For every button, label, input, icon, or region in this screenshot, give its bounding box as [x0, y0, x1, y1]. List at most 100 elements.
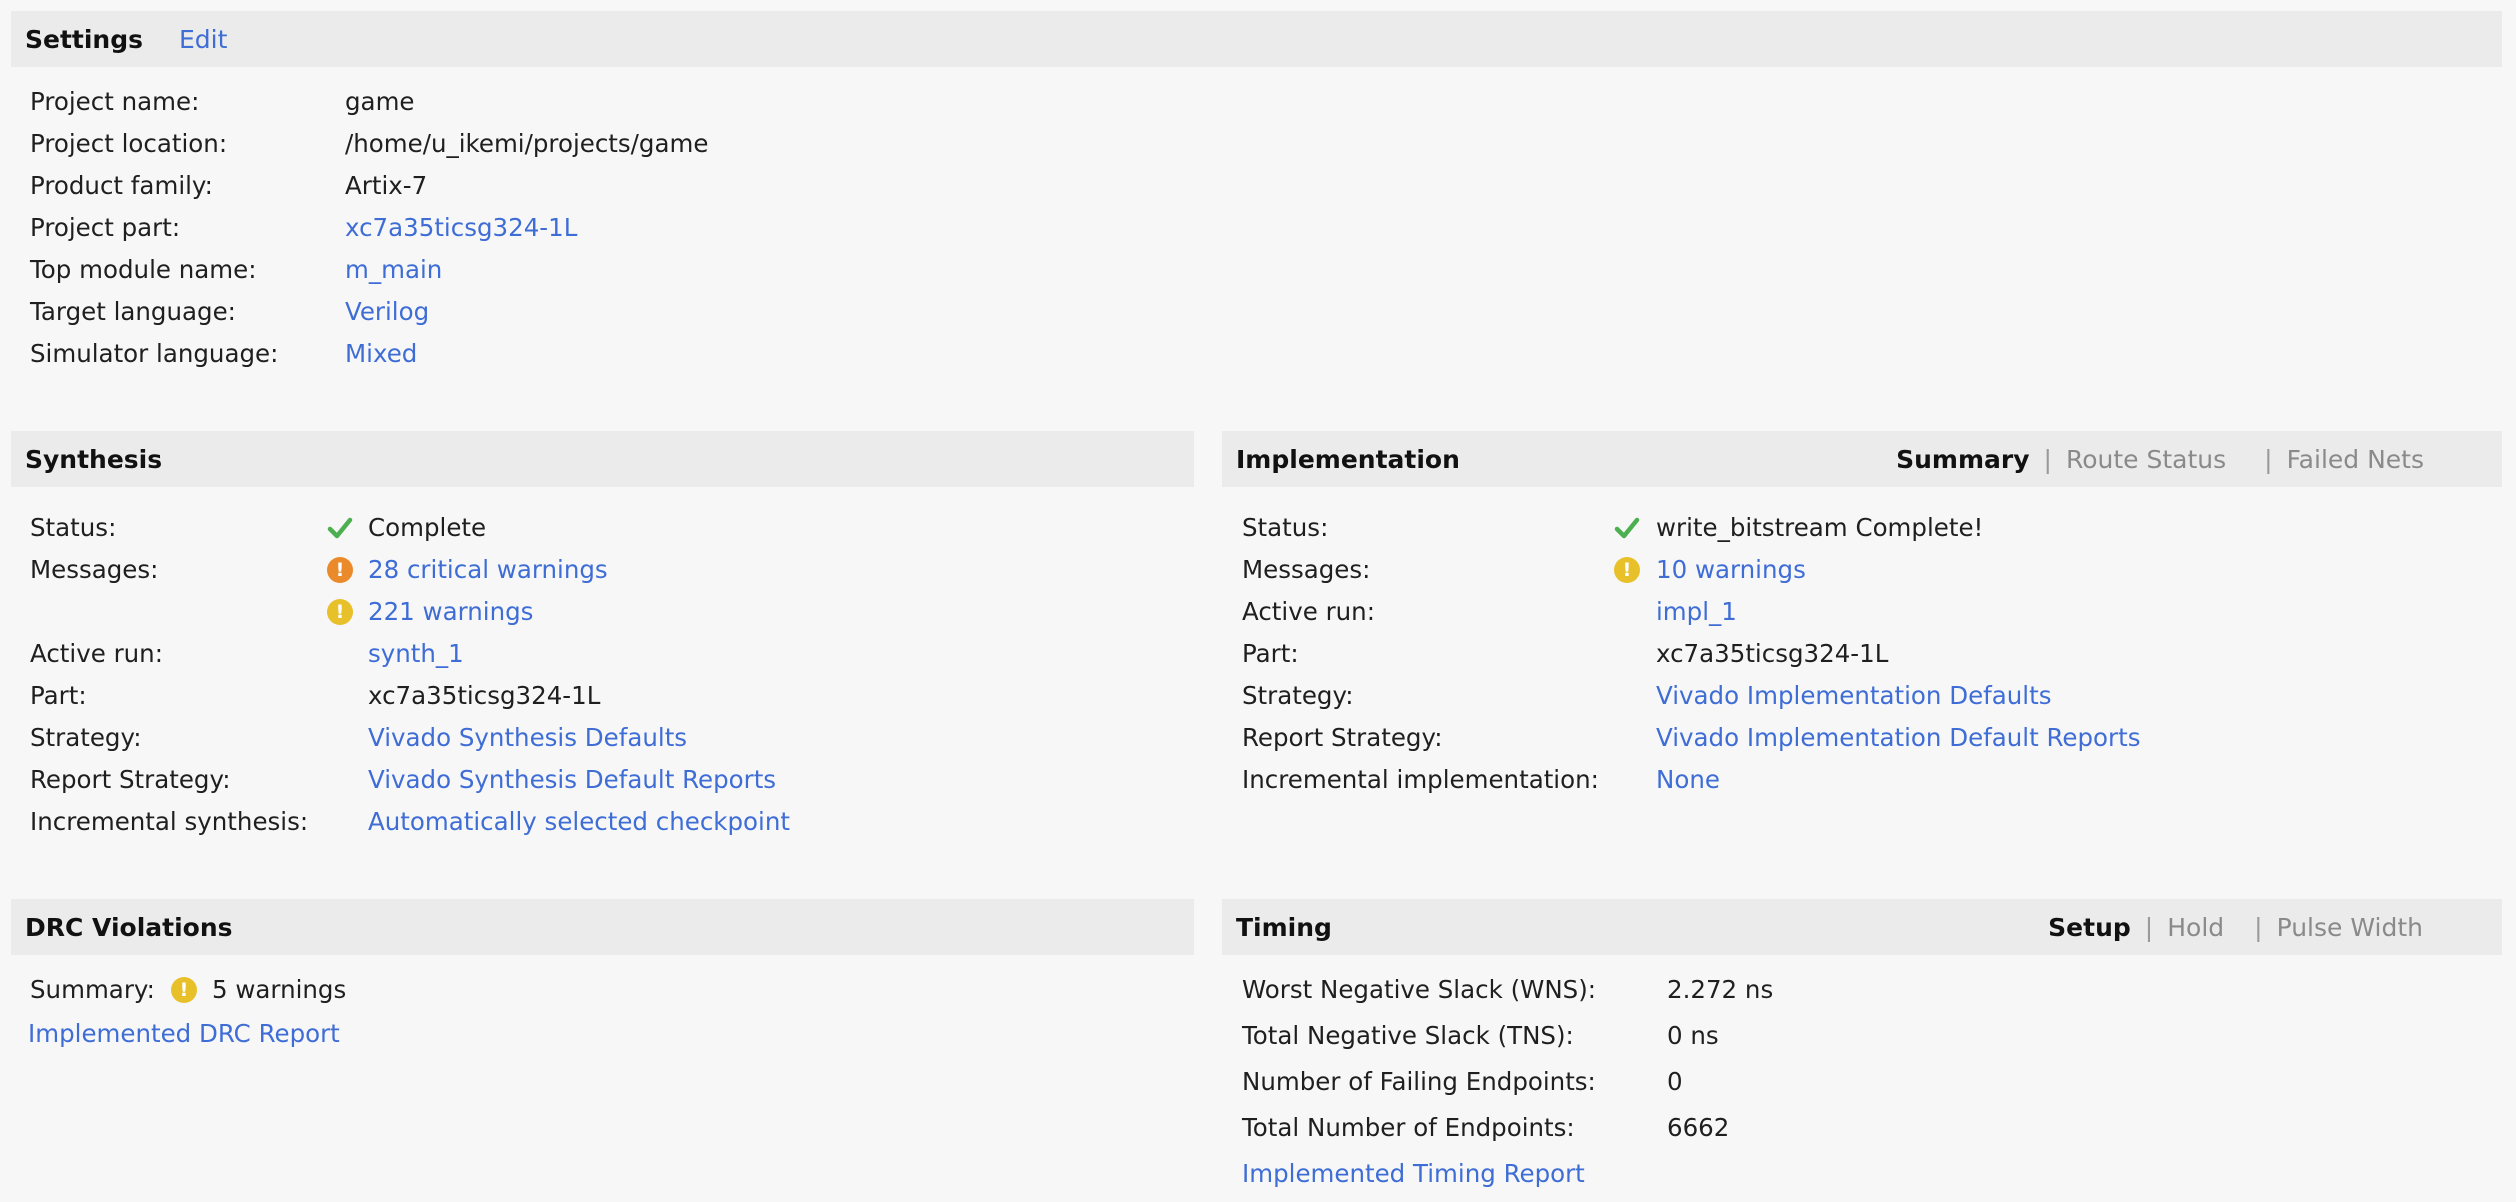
implementation-warnings-link[interactable]: 10 warnings	[1656, 555, 1806, 584]
settings-panel: Settings Edit Project name: game Project…	[11, 11, 2502, 391]
part-label: Part:	[30, 681, 87, 710]
tab-separator: |	[2254, 913, 2263, 942]
settings-row-top-module: Top module name: m_main	[11, 255, 2502, 289]
incremental-synthesis-label: Incremental synthesis:	[30, 807, 309, 836]
settings-label: Simulator language:	[30, 339, 279, 368]
tab-separator: |	[2264, 445, 2273, 474]
target-language-link[interactable]: Verilog	[345, 297, 429, 326]
check-icon	[327, 515, 353, 541]
implementation-status-row: Status: write_bitstream Complete!	[1222, 513, 2502, 547]
total-endpoints-value: 6662	[1667, 1113, 1730, 1142]
implementation-messages-row: Messages: ! 10 warnings	[1222, 555, 2502, 589]
synthesis-part-row: Part: xc7a35ticsg324-1L	[11, 681, 1194, 715]
implementation-strategy-link[interactable]: Vivado Implementation Defaults	[1656, 681, 2051, 710]
warning-icon: !	[1614, 557, 1640, 583]
settings-header: Settings Edit	[11, 11, 2502, 67]
settings-label: Project part:	[30, 213, 181, 242]
wns-label: Worst Negative Slack (WNS):	[1242, 975, 1597, 1004]
synthesis-strategy-row: Strategy: Vivado Synthesis Defaults	[11, 723, 1194, 757]
incremental-implementation-link[interactable]: None	[1656, 765, 1720, 794]
drc-report-row: Implemented DRC Report	[11, 1019, 1194, 1053]
implemented-timing-report-link[interactable]: Implemented Timing Report	[1242, 1159, 1585, 1188]
tab-separator: |	[2043, 445, 2052, 474]
incremental-implementation-label: Incremental implementation:	[1242, 765, 1599, 794]
drc-summary-value: 5 warnings	[212, 975, 347, 1004]
messages-label: Messages:	[1242, 555, 1371, 584]
messages-label: Messages:	[30, 555, 159, 584]
drc-title: DRC Violations	[25, 913, 233, 942]
active-run-label: Active run:	[1242, 597, 1375, 626]
failing-endpoints-value: 0	[1667, 1067, 1683, 1096]
timing-report-row: Implemented Timing Report	[1222, 1159, 2502, 1193]
implementation-strategy-row: Strategy: Vivado Implementation Defaults	[1222, 681, 2502, 715]
status-label: Status:	[30, 513, 117, 542]
synthesis-title: Synthesis	[25, 445, 163, 474]
timing-title: Timing	[1236, 913, 1332, 942]
synthesis-strategy-link[interactable]: Vivado Synthesis Defaults	[368, 723, 687, 752]
synthesis-status-value: Complete	[368, 513, 487, 542]
settings-title: Settings	[25, 25, 144, 54]
total-endpoints-label: Total Number of Endpoints:	[1242, 1113, 1575, 1142]
settings-label: Top module name:	[30, 255, 257, 284]
implementation-active-run-row: Active run: impl_1	[1222, 597, 2502, 631]
critical-warnings-link[interactable]: 28 critical warnings	[368, 555, 608, 584]
report-strategy-label: Report Strategy:	[1242, 723, 1443, 752]
tab-separator: |	[2144, 913, 2154, 942]
project-name-value: game	[345, 87, 415, 116]
timing-row-wns: Worst Negative Slack (WNS): 2.272 ns	[1222, 975, 2502, 1009]
strategy-label: Strategy:	[1242, 681, 1354, 710]
implemented-drc-report-link[interactable]: Implemented DRC Report	[28, 1019, 340, 1048]
tab-summary[interactable]: Summary	[1896, 445, 2029, 474]
tab-pulse-width[interactable]: Pulse Width	[2277, 913, 2423, 942]
settings-row-project-location: Project location: /home/u_ikemi/projects…	[11, 129, 2502, 163]
settings-row-project-name: Project name: game	[11, 87, 2502, 121]
synthesis-active-run-link[interactable]: synth_1	[368, 639, 464, 668]
implementation-active-run-link[interactable]: impl_1	[1656, 597, 1737, 626]
implementation-report-strategy-row: Report Strategy: Vivado Implementation D…	[1222, 723, 2502, 757]
settings-row-simulator-language: Simulator language: Mixed	[11, 339, 2502, 373]
synthesis-warnings-link[interactable]: 221 warnings	[368, 597, 533, 626]
implementation-tabs: Summary | Route Status | Failed Nets	[1896, 445, 2424, 474]
settings-label: Target language:	[30, 297, 236, 326]
part-label: Part:	[1242, 639, 1299, 668]
product-family-value: Artix-7	[345, 171, 428, 200]
timing-row-failing-endpoints: Number of Failing Endpoints: 0	[1222, 1067, 2502, 1101]
check-icon	[1614, 515, 1640, 541]
project-location-value: /home/u_ikemi/projects/game	[345, 129, 709, 158]
implementation-incremental-row: Incremental implementation: None	[1222, 765, 2502, 799]
strategy-label: Strategy:	[30, 723, 142, 752]
warning-icon: !	[171, 977, 197, 1003]
tab-failed-nets[interactable]: Failed Nets	[2287, 445, 2424, 474]
synthesis-active-run-row: Active run: synth_1	[11, 639, 1194, 673]
edit-settings-link[interactable]: Edit	[179, 25, 227, 54]
top-module-link[interactable]: m_main	[345, 255, 442, 284]
implementation-report-strategy-link[interactable]: Vivado Implementation Default Reports	[1656, 723, 2141, 752]
drc-panel: DRC Violations Summary: ! 5 warnings Imp…	[11, 899, 1194, 1199]
settings-row-target-language: Target language: Verilog	[11, 297, 2502, 331]
implementation-panel: Implementation Summary | Route Status | …	[1222, 431, 2502, 851]
tab-setup[interactable]: Setup	[2048, 913, 2131, 942]
critical-warning-icon: !	[327, 557, 353, 583]
tns-value: 0 ns	[1667, 1021, 1719, 1050]
tns-label: Total Negative Slack (TNS):	[1242, 1021, 1574, 1050]
timing-header: Timing Setup | Hold | Pulse Width	[1222, 899, 2502, 955]
settings-label: Project location:	[30, 129, 228, 158]
synthesis-report-strategy-link[interactable]: Vivado Synthesis Default Reports	[368, 765, 776, 794]
settings-row-project-part: Project part: xc7a35ticsg324-1L	[11, 213, 2502, 247]
timing-tabs: Setup | Hold | Pulse Width	[2048, 913, 2423, 942]
tab-hold[interactable]: Hold	[2167, 913, 2224, 942]
tab-route-status[interactable]: Route Status	[2066, 445, 2226, 474]
settings-label: Project name:	[30, 87, 200, 116]
timing-row-total-endpoints: Total Number of Endpoints: 6662	[1222, 1113, 2502, 1147]
synthesis-panel: Synthesis Status: Complete Messages: ! 2…	[11, 431, 1194, 851]
implementation-part-row: Part: xc7a35ticsg324-1L	[1222, 639, 2502, 673]
project-part-link[interactable]: xc7a35ticsg324-1L	[345, 213, 577, 242]
timing-panel: Timing Setup | Hold | Pulse Width Worst …	[1222, 899, 2502, 1199]
settings-label: Product family:	[30, 171, 213, 200]
synthesis-incremental-row: Incremental synthesis: Automatically sel…	[11, 807, 1194, 841]
synthesis-header: Synthesis	[11, 431, 1194, 487]
synthesis-part-value: xc7a35ticsg324-1L	[368, 681, 601, 710]
simulator-language-link[interactable]: Mixed	[345, 339, 417, 368]
incremental-synthesis-link[interactable]: Automatically selected checkpoint	[368, 807, 790, 836]
status-label: Status:	[1242, 513, 1329, 542]
